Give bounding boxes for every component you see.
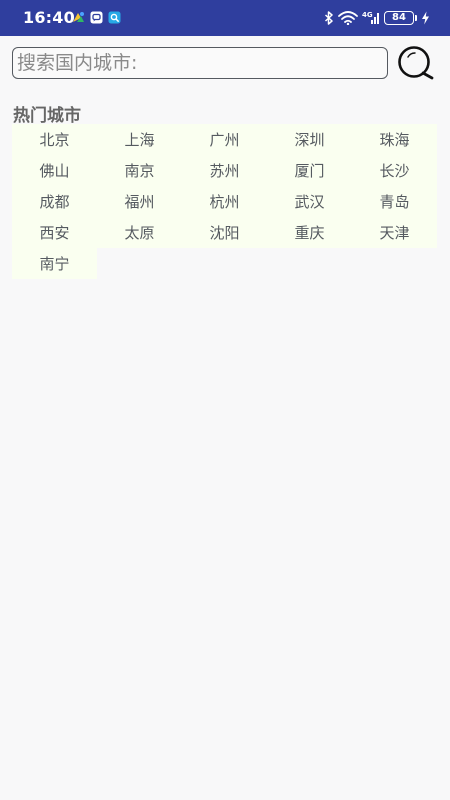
city-item[interactable]: 太原 [97, 217, 182, 248]
status-app-icons [72, 11, 121, 24]
city-item[interactable]: 福州 [97, 186, 182, 217]
hot-cities-title: 热门城市 [13, 106, 81, 126]
city-item[interactable]: 天津 [352, 217, 437, 248]
battery-indicator: 84 [384, 11, 417, 25]
city-item[interactable]: 北京 [12, 124, 97, 155]
city-item[interactable]: 珠海 [352, 124, 437, 155]
status-bar: 16:40 4G 84 [0, 0, 450, 36]
city-item[interactable]: 南宁 [12, 248, 97, 279]
cellular-signal: 4G [362, 11, 380, 25]
city-item[interactable]: 南京 [97, 155, 182, 186]
city-item[interactable]: 重庆 [267, 217, 352, 248]
search-button[interactable] [396, 45, 436, 81]
city-item[interactable]: 深圳 [267, 124, 352, 155]
signal-bars-icon [371, 13, 379, 24]
search-icon [398, 46, 434, 80]
wifi-icon [338, 11, 358, 25]
city-item[interactable]: 厦门 [267, 155, 352, 186]
city-item[interactable]: 武汉 [267, 186, 352, 217]
city-item[interactable]: 成都 [12, 186, 97, 217]
city-item[interactable]: 苏州 [182, 155, 267, 186]
hot-cities-grid: 北京 上海 广州 深圳 珠海 佛山 南京 苏州 厦门 长沙 成都 福州 杭州 武… [12, 124, 438, 279]
city-item[interactable]: 青岛 [352, 186, 437, 217]
search-input[interactable] [12, 47, 388, 79]
search-notification-icon [108, 11, 121, 24]
battery-level: 84 [392, 12, 406, 23]
status-time: 16:40 [23, 8, 75, 27]
city-item[interactable]: 长沙 [352, 155, 437, 186]
city-item[interactable]: 上海 [97, 124, 182, 155]
city-item[interactable]: 沈阳 [182, 217, 267, 248]
city-item[interactable]: 西安 [12, 217, 97, 248]
message-notification-icon [90, 11, 103, 24]
city-item[interactable]: 广州 [182, 124, 267, 155]
status-indicators: 4G 84 [324, 9, 430, 27]
charging-icon [422, 11, 429, 25]
city-item[interactable]: 佛山 [12, 155, 97, 186]
bluetooth-icon [324, 11, 333, 25]
city-item[interactable]: 杭州 [182, 186, 267, 217]
app-notification-icon [73, 12, 84, 22]
